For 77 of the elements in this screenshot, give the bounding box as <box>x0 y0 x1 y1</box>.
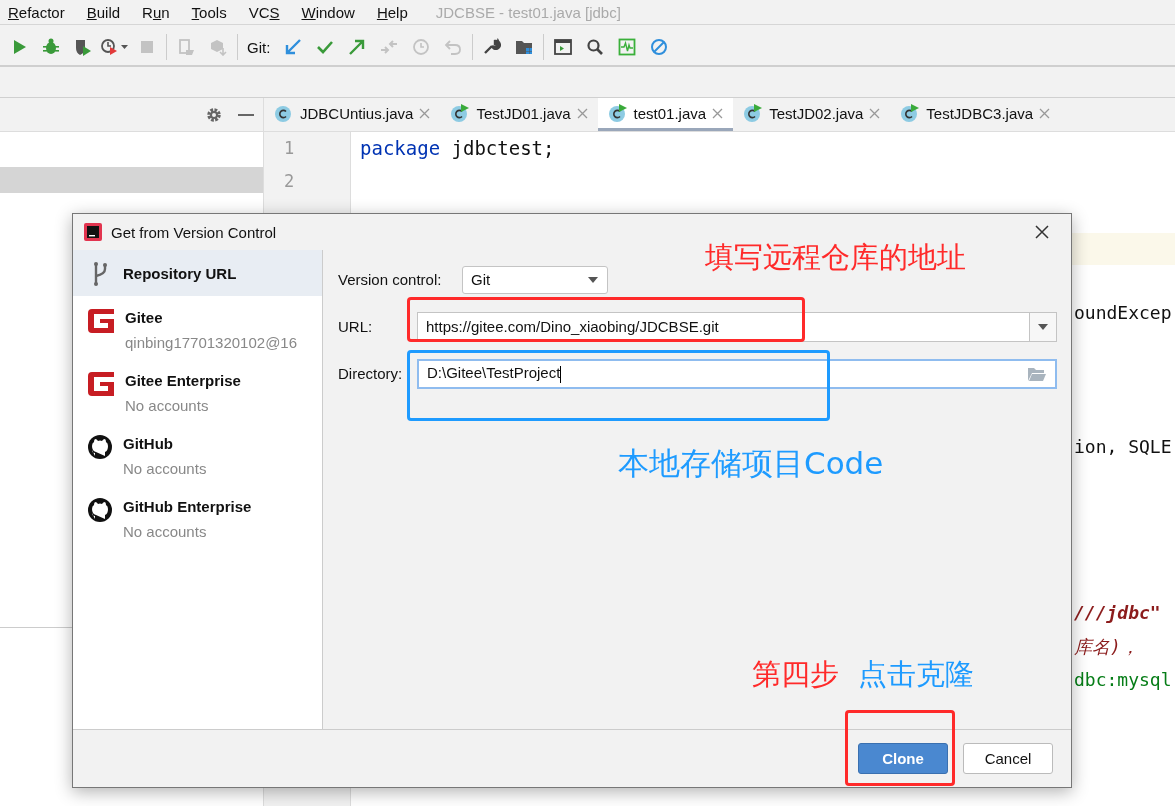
settings-icon[interactable] <box>205 105 223 124</box>
folder-icon[interactable] <box>1027 365 1047 382</box>
profiler-icon <box>101 38 129 56</box>
source-name: Gitee <box>125 308 164 328</box>
wrench-icon <box>483 38 502 56</box>
g-logo-icon <box>87 371 115 397</box>
editor-tab[interactable]: TestJD01.java <box>440 98 598 131</box>
directory-field[interactable]: D:\Gitee\TestProject <box>417 358 1057 389</box>
annotation-text: 第四步 <box>752 657 839 692</box>
dialog-title: Get from Version Control <box>111 223 277 241</box>
menu-item[interactable]: Help <box>376 3 418 21</box>
cancel-button[interactable]: Cancel <box>963 743 1053 774</box>
code-fragment: ion, SQLE <box>1074 435 1172 459</box>
code-fragment: dbc:mysql <box>1074 668 1172 692</box>
g-logo-icon <box>87 308 115 334</box>
menu-item[interactable]: Refactor <box>8 3 75 21</box>
caret-icon <box>1037 322 1049 331</box>
code-fragment: ///jdbc" <box>1074 601 1161 625</box>
dropdown-button[interactable] <box>1030 311 1057 342</box>
arrow-down-left-icon <box>284 38 303 56</box>
menu-item[interactable]: Build <box>86 3 131 21</box>
bug-icon <box>42 38 60 56</box>
field-label: Directory: <box>338 365 404 382</box>
code-fragment: 库名)， <box>1074 635 1139 659</box>
code-line: package jdbctest; <box>360 137 555 159</box>
clock-icon <box>412 38 431 56</box>
field-label: URL: <box>338 318 374 335</box>
close-icon[interactable] <box>1035 225 1049 239</box>
annotation-text: 本地存储项目Code <box>618 445 884 483</box>
source-name: GitHub Enterprise <box>123 497 252 517</box>
source-item[interactable]: Gitee Enterprise No accounts <box>73 359 322 422</box>
merge-arrows-icon <box>380 38 399 56</box>
account-text: No accounts <box>123 460 207 477</box>
window-title: JDCBSE - test01.java [jdbc] <box>435 3 621 21</box>
editor-tab[interactable]: JDBCUntius.java <box>264 98 441 131</box>
annotation-text: 点击克隆 <box>858 657 974 692</box>
menu-item[interactable]: Window <box>301 3 365 21</box>
terminal-icon <box>554 38 573 56</box>
url-field[interactable]: https://gitee.com/Dino_xiaobing/JDCBSE.git <box>417 311 1030 342</box>
line-number: 2 <box>284 170 295 194</box>
arrow-up-right-icon <box>348 38 367 56</box>
undo-arrow-icon <box>444 38 463 56</box>
field-label: Version control: <box>338 271 443 288</box>
editor-tab[interactable]: test01.java <box>597 98 734 131</box>
folder-grid-icon <box>515 38 534 56</box>
caret-icon <box>587 275 599 284</box>
line-number: 1 <box>284 137 295 160</box>
octocat-icon <box>87 497 113 523</box>
editor-tab[interactable]: TestJDBC3.java <box>890 98 1061 131</box>
prohibited-icon <box>650 38 669 56</box>
menu-item[interactable]: Tools <box>191 3 237 21</box>
source-name: Repository URL <box>123 263 237 284</box>
source-name: Gitee Enterprise <box>125 371 241 391</box>
account-text: qinbing17701320102@16 <box>125 334 298 351</box>
octocat-icon <box>87 434 113 460</box>
device-icon <box>177 38 195 56</box>
account-text: No accounts <box>125 397 210 414</box>
source-item[interactable]: Gitee qinbing17701320102@16 <box>73 296 322 359</box>
shield-run-icon <box>74 38 92 56</box>
source-item[interactable]: Repository URL <box>73 250 322 296</box>
menu-item[interactable]: VCS <box>248 3 290 21</box>
account-text: No accounts <box>123 523 208 540</box>
clone-button[interactable]: Clone <box>858 743 948 774</box>
annotation-text: 填写远程仓库的地址 <box>705 240 966 275</box>
stop-icon <box>138 38 156 56</box>
source-name: GitHub <box>123 434 174 454</box>
editor-tab[interactable]: TestJD02.java <box>733 98 891 131</box>
activity-monitor-icon <box>618 38 637 56</box>
cube-icon <box>209 38 227 56</box>
code-fragment: oundExcep <box>1074 301 1172 325</box>
source-item[interactable]: GitHub No accounts <box>73 422 322 485</box>
app-logo-icon <box>83 222 103 242</box>
git-label: Git: <box>247 38 271 56</box>
version-control-dropdown[interactable]: Git <box>462 265 608 294</box>
menu-item[interactable]: Run <box>142 3 180 21</box>
search-icon <box>586 38 605 56</box>
source-item[interactable]: GitHub Enterprise No accounts <box>73 485 322 548</box>
